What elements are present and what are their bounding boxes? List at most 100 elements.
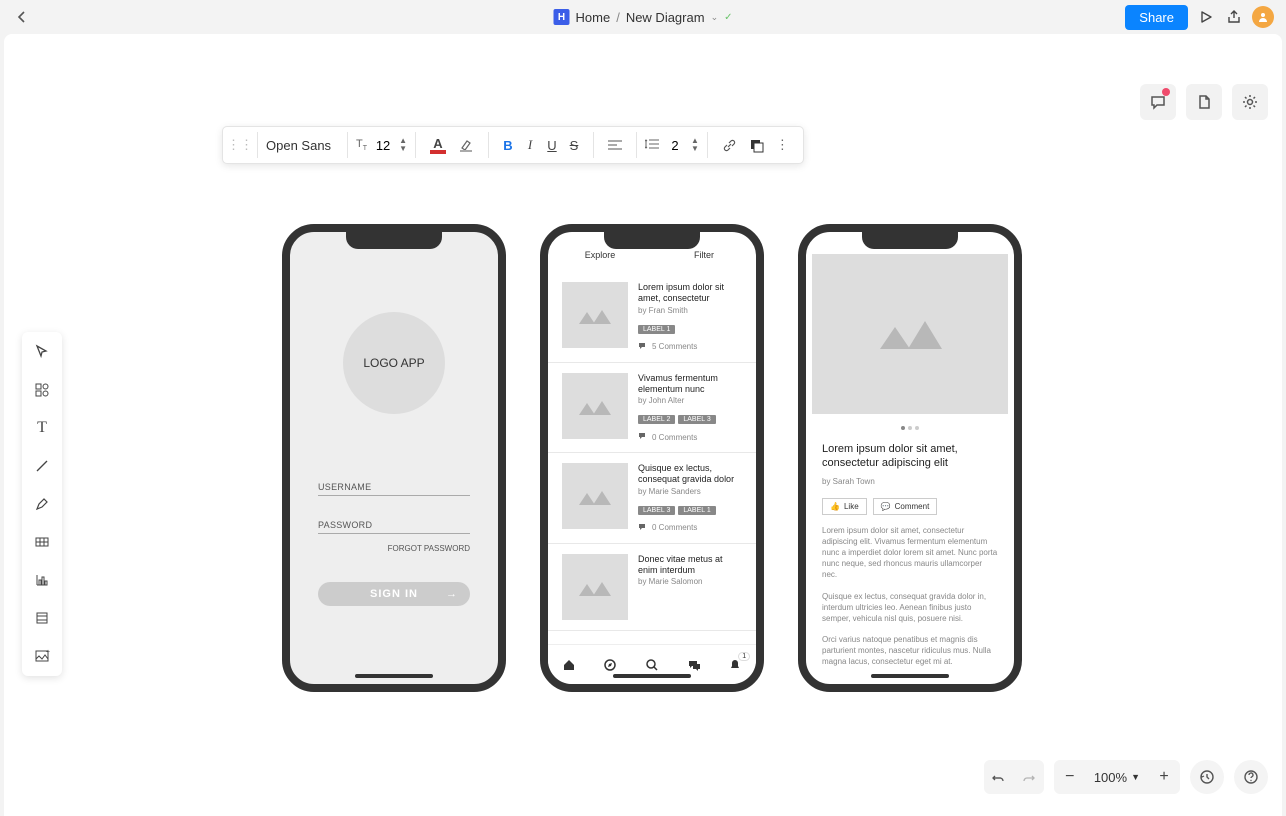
forgot-password-link: FORGOT PASSWORD	[388, 544, 470, 553]
signin-button: SIGN IN→	[318, 582, 470, 606]
home-indicator	[613, 674, 691, 678]
highlight-button[interactable]	[452, 133, 480, 157]
feed-item: Vivamus fermentum elementum nuncby John …	[548, 363, 756, 454]
detail-paragraph: Orci varius natoque penatibus et magnis …	[822, 634, 998, 668]
select-tool[interactable]	[28, 338, 56, 366]
feed-label: LABEL 3	[678, 415, 715, 424]
nav-search-icon	[643, 656, 661, 674]
user-avatar[interactable]	[1252, 6, 1274, 28]
font-size-stepper[interactable]: ▲▼	[399, 137, 407, 153]
dot	[915, 426, 919, 430]
feed-list: Lorem ipsum dolor sit amet, consecteturb…	[548, 272, 756, 644]
text-size-icon: TT	[356, 138, 367, 152]
wireframe-phones: LOGO APP USERNAME PASSWORD FORGOT PASSWO…	[282, 224, 1022, 692]
share-button[interactable]: Share	[1125, 5, 1188, 30]
thumbs-up-icon: 👍	[830, 502, 840, 511]
feed-thumbnail	[562, 282, 628, 348]
strikethrough-button[interactable]: S	[563, 134, 585, 157]
wireframe-screen-feed[interactable]: Explore Filter Lorem ipsum dolor sit ame…	[540, 224, 764, 692]
app-topbar: H Home / New Diagram ⌄ ✓ Share	[0, 0, 1286, 34]
table-tool[interactable]	[28, 528, 56, 556]
feed-title: Quisque ex lectus, consequat gravida dol…	[638, 463, 742, 486]
line-height-stepper[interactable]: ▲▼	[691, 137, 699, 153]
feed-item: Lorem ipsum dolor sit amet, consecteturb…	[548, 272, 756, 363]
present-icon[interactable]	[1196, 7, 1216, 27]
feed-item: Donec vitae metus at enim interdumby Mar…	[548, 544, 756, 631]
logo-circle: LOGO APP	[343, 312, 445, 414]
topbar-right: Share	[1125, 5, 1274, 30]
back-button[interactable]	[12, 7, 32, 27]
feed-title: Vivamus fermentum elementum nunc	[638, 373, 742, 396]
redo-button[interactable]	[1014, 760, 1044, 794]
drag-handle-icon[interactable]: ⋮⋮	[223, 127, 257, 163]
chevron-down-icon[interactable]: ⌄	[711, 12, 719, 23]
wireframe-screen-detail[interactable]: Lorem ipsum dolor sit amet, consectetur …	[798, 224, 1022, 692]
breadcrumb-home[interactable]: Home	[576, 10, 611, 25]
nav-messages-icon	[685, 656, 703, 674]
tab-explore: Explore	[548, 250, 652, 268]
line-tool[interactable]	[28, 452, 56, 480]
chevron-down-icon: ▼	[1131, 772, 1140, 782]
zoom-out-button[interactable]: −	[1054, 760, 1086, 794]
feed-author: by John Alter	[638, 396, 742, 405]
text-color-button[interactable]: A	[424, 132, 452, 158]
settings-button[interactable]	[1232, 84, 1268, 120]
feed-title: Lorem ipsum dolor sit amet, consectetur	[638, 282, 742, 305]
notification-dot	[1162, 88, 1170, 96]
link-button[interactable]	[716, 134, 743, 157]
breadcrumb-doc-name[interactable]: New Diagram	[626, 10, 705, 25]
align-button[interactable]	[602, 135, 628, 155]
italic-button[interactable]: I	[519, 133, 541, 157]
feed-title: Donec vitae metus at enim interdum	[638, 554, 742, 577]
font-size-input[interactable]	[371, 138, 395, 153]
dot	[908, 426, 912, 430]
feed-author: by Fran Smith	[638, 306, 742, 315]
chart-tool[interactable]	[28, 566, 56, 594]
pen-tool[interactable]	[28, 490, 56, 518]
line-height-icon	[645, 137, 659, 154]
home-indicator	[355, 674, 433, 678]
history-button[interactable]	[1190, 760, 1224, 794]
feed-thumbnail	[562, 373, 628, 439]
username-field: USERNAME	[318, 482, 470, 496]
svg-text:+: +	[46, 649, 50, 656]
zoom-value[interactable]: 100%▼	[1086, 770, 1148, 785]
zoom-group: − 100%▼ +	[1054, 760, 1180, 794]
feed-labels: LABEL 3LABEL 1	[638, 506, 742, 515]
nav-home-icon	[560, 656, 578, 674]
feed-label: LABEL 2	[638, 415, 675, 424]
text-tool[interactable]: T	[28, 414, 56, 442]
bold-button[interactable]: B	[497, 134, 519, 157]
fill-button[interactable]	[743, 134, 770, 157]
font-family-select[interactable]: Open Sans	[258, 127, 347, 163]
feed-label: LABEL 3	[638, 506, 675, 515]
comments-button[interactable]	[1140, 84, 1176, 120]
wireframe-screen-login[interactable]: LOGO APP USERNAME PASSWORD FORGOT PASSWO…	[282, 224, 506, 692]
zoom-in-button[interactable]: +	[1148, 760, 1180, 794]
shapes-tool[interactable]	[28, 376, 56, 404]
feed-label: LABEL 1	[638, 325, 675, 334]
feed-info: Quisque ex lectus, consequat gravida dol…	[638, 463, 742, 533]
feed-labels: LABEL 2LABEL 3	[638, 415, 742, 424]
nav-explore-icon	[601, 656, 619, 674]
feed-comments: 0 Comments	[638, 432, 742, 442]
home-indicator	[871, 674, 949, 678]
comment-button: 💬Comment	[873, 498, 938, 515]
export-icon[interactable]	[1224, 7, 1244, 27]
detail-paragraph: Quisque ex lectus, consequat gravida dol…	[822, 591, 998, 625]
more-options-button[interactable]: ⋮	[770, 133, 795, 157]
canvas[interactable]: T + ⋮⋮ Open Sans TT ▲▼ A B I U S	[4, 34, 1282, 816]
undo-redo-group	[984, 760, 1044, 794]
underline-button[interactable]: U	[541, 134, 563, 157]
help-button[interactable]	[1234, 760, 1268, 794]
phone-notch	[346, 231, 442, 249]
feed-thumbnail	[562, 463, 628, 529]
carousel-dots	[901, 426, 919, 430]
line-height-input[interactable]	[663, 138, 687, 153]
feed-thumbnail	[562, 554, 628, 620]
detail-content: Lorem ipsum dolor sit amet, consectetur …	[822, 442, 998, 668]
undo-button[interactable]	[984, 760, 1014, 794]
pages-button[interactable]	[1186, 84, 1222, 120]
frame-tool[interactable]	[28, 604, 56, 632]
image-tool[interactable]: +	[28, 642, 56, 670]
